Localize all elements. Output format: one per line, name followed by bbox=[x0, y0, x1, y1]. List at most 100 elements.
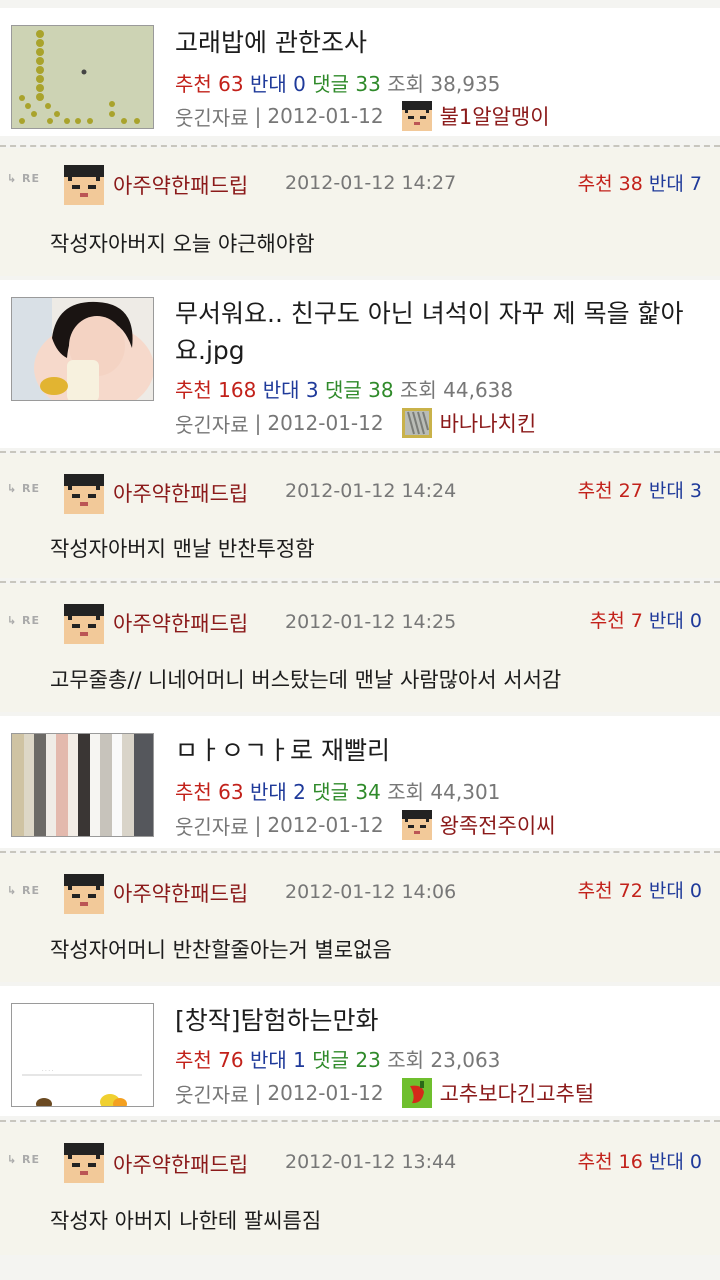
post-date: 2012-01-12 bbox=[267, 1081, 384, 1105]
reply-text: 작성자아버지 맨날 반찬투정함 bbox=[50, 537, 315, 561]
svg-text:· · · ·: · · · · bbox=[42, 1068, 54, 1074]
reply-votes: 추천 16 반대 0 bbox=[578, 1147, 702, 1174]
oppose-count: 3 bbox=[689, 480, 702, 502]
post-stats: 추천 63 반대 0 댓글 33 조회 38,935 bbox=[175, 68, 500, 97]
comment-count: 23 bbox=[355, 1048, 381, 1072]
comment-count: 34 bbox=[355, 780, 381, 804]
post-item[interactable]: 고래밥에 관한조사 추천 63 반대 0 댓글 33 조회 38,935 웃긴자… bbox=[0, 8, 720, 136]
feed: 고래밥에 관한조사 추천 63 반대 0 댓글 33 조회 38,935 웃긴자… bbox=[0, 0, 720, 1280]
recommend-count: 168 bbox=[218, 378, 257, 402]
recommend-count: 7 bbox=[630, 610, 643, 632]
recommend-label: 추천 bbox=[175, 1048, 212, 1072]
oppose-count: 1 bbox=[293, 1048, 306, 1072]
reply-votes: 추천 38 반대 7 bbox=[578, 169, 702, 196]
reply-author[interactable]: 아주약한패드립 bbox=[113, 1149, 248, 1179]
reply-text: 작성자아버지 오늘 야근해야함 bbox=[50, 232, 315, 256]
pepper-avatar-icon bbox=[401, 1078, 432, 1108]
recommend-count: 63 bbox=[218, 72, 244, 96]
post-title[interactable]: ㅁㅏㅇㄱㅏ로 재빨리 bbox=[175, 732, 710, 769]
dot-grid-thumbnail[interactable] bbox=[11, 25, 154, 129]
oppose-count: 3 bbox=[305, 378, 319, 402]
post-date: 2012-01-12 bbox=[267, 411, 384, 435]
oppose-label: 반대 bbox=[648, 880, 684, 902]
striped-tile-avatar-icon bbox=[401, 408, 432, 438]
divider bbox=[0, 451, 720, 453]
recommend-label: 추천 bbox=[577, 880, 613, 902]
meta-divider: | bbox=[254, 411, 262, 435]
recommend-label: 추천 bbox=[175, 378, 212, 402]
reply-votes: 추천 7 반대 0 bbox=[590, 606, 702, 633]
views-label: 조회 bbox=[399, 378, 437, 402]
recommend-count: 27 bbox=[618, 480, 643, 502]
oppose-count: 2 bbox=[293, 780, 306, 804]
recommend-label: 추천 bbox=[577, 173, 613, 195]
reply-text: 작성자 아버지 나한테 팔씨름짐 bbox=[50, 1209, 322, 1233]
post-meta: 웃긴자료 | 2012-01-12 고추보다긴고추털 bbox=[175, 1078, 594, 1108]
post-meta: 웃긴자료 | 2012-01-12 바나나치킨 bbox=[175, 408, 536, 438]
divider bbox=[0, 581, 720, 583]
oppose-label: 반대 bbox=[648, 173, 684, 195]
post-category: 웃긴자료 bbox=[175, 105, 249, 130]
reply-author[interactable]: 아주약한패드립 bbox=[113, 170, 248, 200]
reply-votes: 추천 72 반대 0 bbox=[578, 876, 702, 903]
reply-arrow-icon: ↳ RE bbox=[7, 482, 41, 495]
oppose-count: 0 bbox=[689, 1151, 702, 1173]
views-count: 44,301 bbox=[430, 780, 501, 804]
reply-arrow-icon: ↳ RE bbox=[7, 172, 41, 185]
reply-votes: 추천 27 반대 3 bbox=[578, 476, 702, 503]
post-category: 웃긴자료 bbox=[175, 412, 249, 437]
post-item[interactable]: · · · · [창작]탐험하는만화 추천 76 반대 1 댓글 23 조회 2… bbox=[0, 986, 720, 1116]
divider bbox=[0, 145, 720, 147]
recommend-count: 72 bbox=[618, 880, 643, 902]
comment-label: 댓글 bbox=[312, 1048, 350, 1072]
views-count: 23,063 bbox=[430, 1048, 501, 1072]
comment-count: 38 bbox=[368, 378, 394, 402]
views-label: 조회 bbox=[387, 1048, 425, 1072]
reply-datetime: 2012-01-12 14:06 bbox=[285, 881, 457, 903]
divider bbox=[0, 1120, 720, 1122]
post-author[interactable]: 바나나치킨 bbox=[440, 408, 537, 438]
recommend-label: 추천 bbox=[175, 72, 212, 96]
meta-divider: | bbox=[254, 104, 262, 128]
pixel-face-avatar-icon bbox=[64, 474, 104, 514]
oppose-count: 0 bbox=[293, 72, 306, 96]
post-item[interactable]: ㅁㅏㅇㄱㅏ로 재빨리 추천 63 반대 2 댓글 34 조회 44,301 웃긴… bbox=[0, 716, 720, 848]
reply-text: 작성자어머니 반찬할줄아는거 별로없음 bbox=[50, 938, 392, 962]
reply-author[interactable]: 아주약한패드립 bbox=[113, 878, 248, 908]
oppose-label: 반대 bbox=[648, 1151, 684, 1173]
post-stats: 추천 76 반대 1 댓글 23 조회 23,063 bbox=[175, 1044, 500, 1073]
pixel-face-avatar-icon bbox=[401, 810, 432, 840]
post-author[interactable]: 불1알알맹이 bbox=[440, 101, 550, 131]
reply-datetime: 2012-01-12 14:27 bbox=[285, 172, 457, 194]
recommend-label: 추천 bbox=[577, 480, 613, 502]
reply-arrow-icon: ↳ RE bbox=[7, 884, 41, 897]
reply-datetime: 2012-01-12 14:24 bbox=[285, 480, 457, 502]
reply-author[interactable]: 아주약한패드립 bbox=[113, 608, 248, 638]
views-count: 44,638 bbox=[443, 378, 514, 402]
post-title[interactable]: 무서워요.. 친구도 아닌 녀석이 자꾸 제 목을 핥아요.jpg bbox=[175, 295, 710, 369]
post-author[interactable]: 왕족전주이씨 bbox=[440, 810, 556, 840]
post-title[interactable]: 고래밥에 관한조사 bbox=[175, 24, 710, 61]
reply-arrow-icon: ↳ RE bbox=[7, 1153, 41, 1166]
post-date: 2012-01-12 bbox=[267, 813, 384, 837]
views-label: 조회 bbox=[387, 72, 425, 96]
comment-count: 33 bbox=[355, 72, 381, 96]
post-meta: 웃긴자료 | 2012-01-12 불1알알맹이 bbox=[175, 101, 550, 131]
pixel-face-avatar-icon bbox=[64, 165, 104, 205]
post-author[interactable]: 고추보다긴고추털 bbox=[440, 1078, 595, 1108]
vertical-stripes-thumbnail[interactable] bbox=[11, 733, 154, 837]
post-category: 웃긴자료 bbox=[175, 1082, 249, 1107]
views-count: 38,935 bbox=[430, 72, 501, 96]
reply-item: ↳ RE 아주약한패드립 2012-01-12 14:27 추천 38 반대 7… bbox=[0, 148, 720, 276]
oppose-label: 반대 bbox=[648, 480, 684, 502]
post-meta: 웃긴자료 | 2012-01-12 왕족전주이씨 bbox=[175, 810, 556, 840]
girl-photo-thumbnail[interactable] bbox=[11, 297, 154, 401]
oppose-count: 7 bbox=[689, 173, 702, 195]
meta-divider: | bbox=[254, 813, 262, 837]
post-title[interactable]: [창작]탐험하는만화 bbox=[175, 1002, 710, 1039]
post-item[interactable]: 무서워요.. 친구도 아닌 녀석이 자꾸 제 목을 핥아요.jpg 추천 168… bbox=[0, 280, 720, 448]
meta-divider: | bbox=[254, 1081, 262, 1105]
comic-thumbnail[interactable]: · · · · bbox=[11, 1003, 154, 1107]
reply-author[interactable]: 아주약한패드립 bbox=[113, 478, 248, 508]
recommend-label: 추천 bbox=[589, 610, 625, 632]
